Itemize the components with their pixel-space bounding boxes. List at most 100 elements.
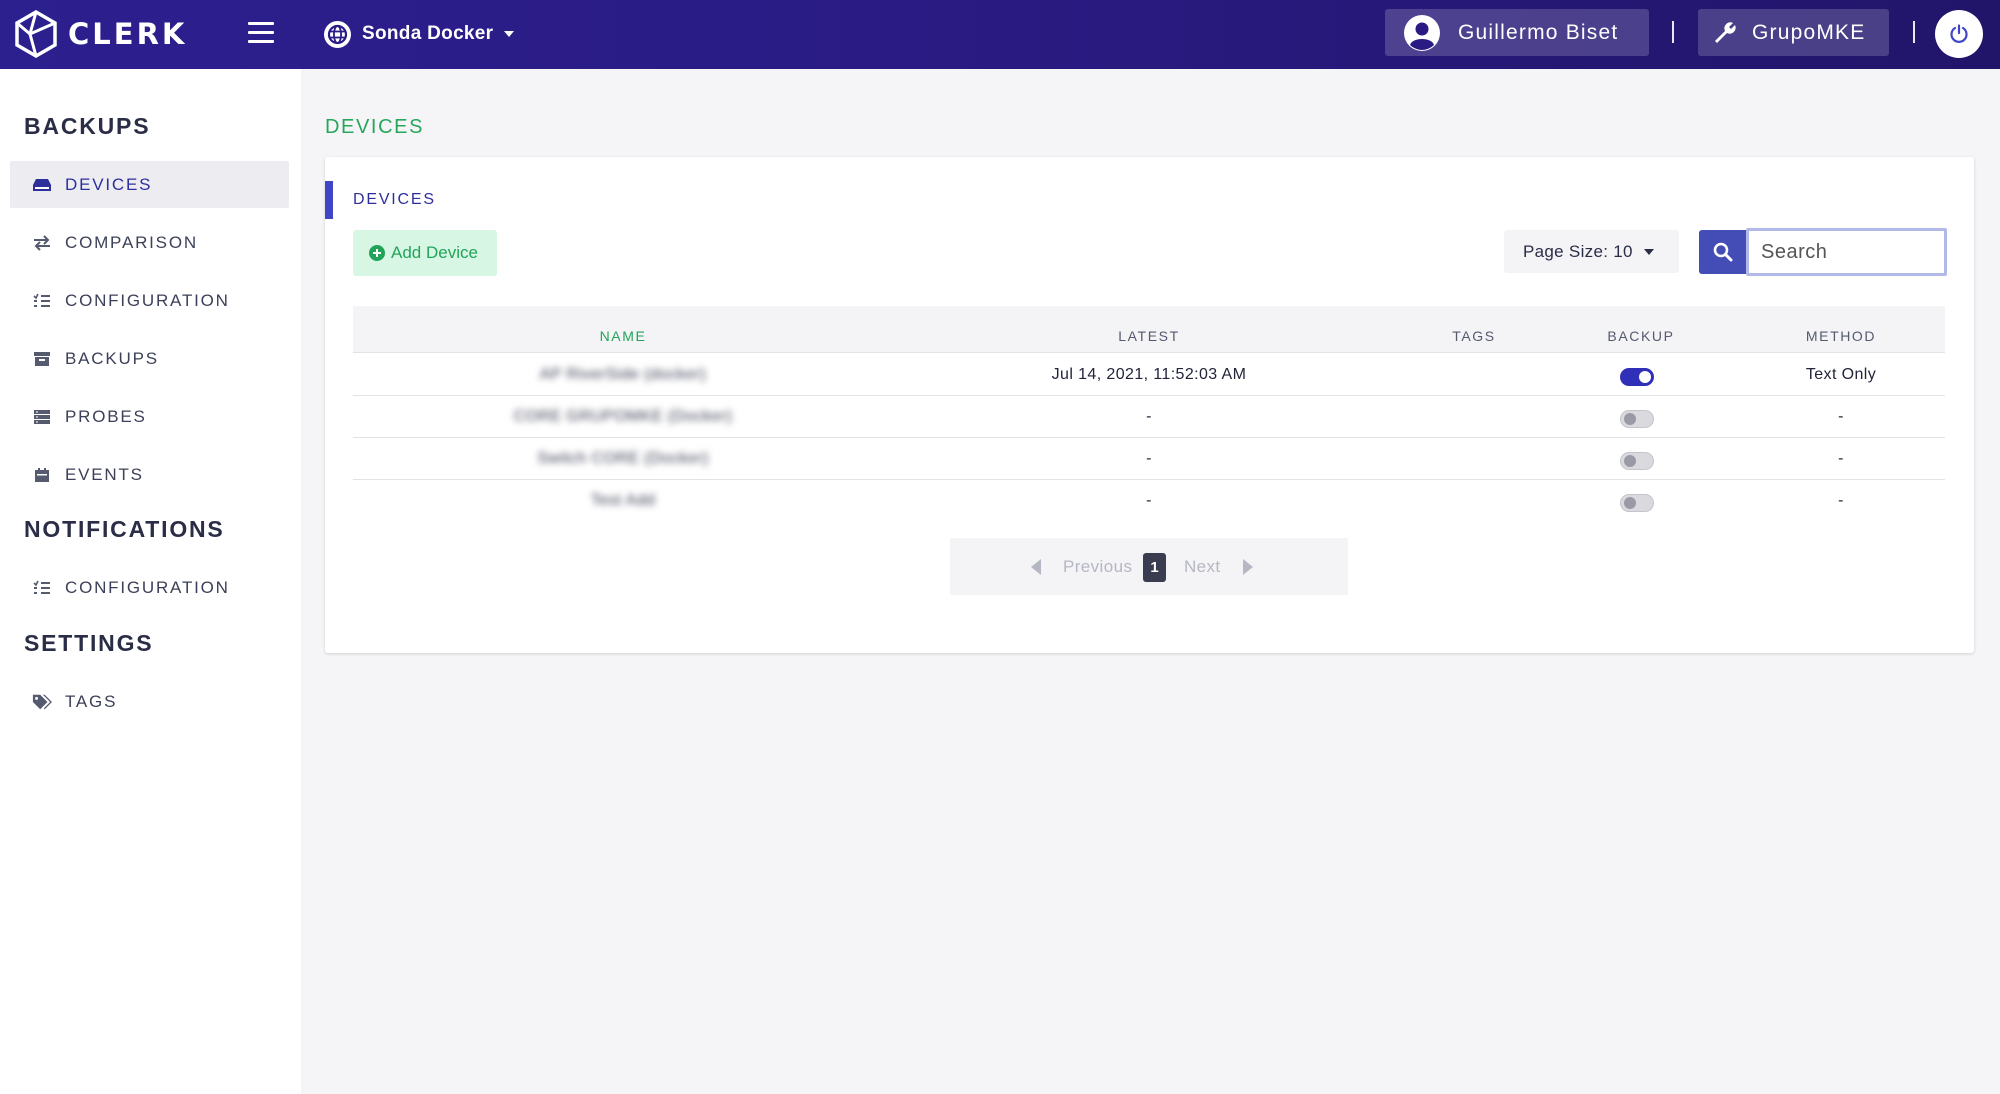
device-name[interactable]: AP RiverSide (docker) [540, 366, 706, 384]
table-row[interactable]: CORE GRUPOMKE (Docker) - - [353, 396, 1945, 438]
sidebar-item-events[interactable]: EVENTS [10, 451, 289, 498]
toggle-knob [1639, 371, 1651, 383]
next-label: Next [1184, 557, 1221, 576]
latest-backup-date: Jul 14, 2021, 11:52:03 AM [1051, 366, 1247, 383]
latest-backup-date: - [1146, 408, 1152, 425]
organization-name: GrupoMKE [1752, 20, 1866, 44]
calendar-icon [32, 466, 52, 484]
sidebar-item-label: DEVICES [65, 174, 153, 194]
devices-table-header: NAME LATEST TAGS BACKUP METHOD [353, 306, 1945, 353]
column-header-tags[interactable]: TAGS [1452, 328, 1495, 344]
sidebar-item-label: BACKUPS [65, 348, 159, 368]
table-row[interactable]: Test Add - - [353, 480, 1945, 522]
toggle-knob [1624, 413, 1636, 425]
menu-toggle-button[interactable] [248, 22, 274, 44]
clerk-logo-icon [15, 10, 57, 58]
backup-method: - [1838, 450, 1844, 467]
device-name[interactable]: Test Add [591, 492, 656, 510]
previous-label: Previous [1063, 557, 1133, 576]
backup-method: - [1838, 408, 1844, 425]
logo-text: CLERK [68, 17, 188, 51]
search-input[interactable] [1746, 228, 1947, 276]
search-button[interactable] [1699, 230, 1746, 274]
sidebar-item-tags[interactable]: TAGS [10, 678, 289, 725]
column-header-method[interactable]: METHOD [1806, 328, 1876, 344]
checklist-icon [32, 579, 52, 597]
logout-button[interactable] [1935, 10, 1983, 58]
sidebar-section-notifications: NOTIFICATIONS [24, 516, 225, 542]
sidebar-item-label: COMPARISON [65, 232, 198, 252]
add-device-button[interactable]: Add Device [353, 230, 497, 276]
user-profile-button[interactable]: Guillermo Biset [1385, 9, 1649, 56]
latest-backup-date: - [1146, 492, 1152, 509]
sidebar-item-label: TAGS [65, 691, 118, 711]
backup-method: Text Only [1805, 366, 1877, 383]
top-bar: CLERK Sonda Docker Guillermo Biset Grupo… [0, 0, 2000, 69]
add-device-label: Add Device [391, 243, 478, 262]
header-divider [1672, 21, 1674, 43]
page-size-label: Page Size: 10 [1523, 241, 1633, 261]
backup-toggle[interactable] [1620, 452, 1654, 470]
organization-button[interactable]: GrupoMKE [1698, 9, 1889, 56]
sidebar-section-settings: SETTINGS [24, 630, 154, 656]
exchange-icon [32, 234, 52, 252]
chevron-down-icon [1643, 248, 1654, 255]
server-icon [32, 408, 52, 426]
archive-icon [32, 350, 52, 368]
sidebar-item-label: EVENTS [65, 464, 144, 484]
page-title: DEVICES [325, 116, 425, 138]
sidebar-item-configuration[interactable]: CONFIGURATION [10, 277, 289, 324]
header-divider [1913, 21, 1915, 43]
site-selector-dropdown[interactable]: Sonda Docker [324, 18, 515, 50]
page-size-dropdown[interactable]: Page Size: 10 [1504, 230, 1679, 273]
card-title: DEVICES [353, 191, 436, 208]
caret-right-icon [1242, 559, 1253, 575]
toggle-knob [1624, 497, 1636, 509]
sidebar-item-notification-configuration[interactable]: CONFIGURATION [10, 564, 289, 611]
checklist-icon [32, 292, 52, 310]
sidebar-section-backups: BACKUPS [24, 113, 151, 139]
user-name: Guillermo Biset [1458, 20, 1619, 44]
page-number-button[interactable]: 1 [1143, 553, 1166, 582]
sidebar-item-comparison[interactable]: COMPARISON [10, 219, 289, 266]
chevron-down-icon [504, 31, 515, 37]
globe-icon [324, 20, 351, 48]
clerk-logo[interactable]: CLERK [14, 9, 187, 59]
column-header-latest[interactable]: LATEST [1118, 328, 1179, 344]
sidebar-item-backups[interactable]: BACKUPS [10, 335, 289, 382]
table-row[interactable]: AP RiverSide (docker) Jul 14, 2021, 11:5… [353, 354, 1945, 396]
caret-left-icon [1031, 559, 1041, 575]
backup-method: - [1838, 492, 1844, 509]
pagination: Previous 1 Next [950, 538, 1348, 595]
table-row[interactable]: Switch CORE (Docker) - - [353, 438, 1945, 480]
column-header-name[interactable]: NAME [600, 328, 647, 344]
sidebar-item-probes[interactable]: PROBES [10, 393, 289, 440]
sidebar: BACKUPS DEVICES COMPARISON CONFIGURATION… [0, 69, 301, 1094]
device-name[interactable]: CORE GRUPOMKE (Docker) [514, 408, 733, 426]
hamburger-icon-line [248, 31, 274, 34]
search-icon [1713, 242, 1732, 262]
backup-toggle[interactable] [1620, 368, 1654, 386]
sidebar-item-label: CONFIGURATION [65, 577, 230, 597]
card-accent-bar [325, 181, 333, 219]
column-header-backup[interactable]: BACKUP [1607, 328, 1674, 344]
hamburger-icon-line [248, 22, 274, 25]
latest-backup-date: - [1146, 450, 1152, 467]
next-page-button[interactable]: Next [1184, 557, 1253, 577]
tags-icon [32, 693, 52, 711]
sidebar-item-devices[interactable]: DEVICES [10, 161, 289, 208]
backup-toggle[interactable] [1620, 410, 1654, 428]
hamburger-icon-line [248, 40, 274, 43]
hdd-icon [32, 176, 52, 194]
previous-page-button[interactable]: Previous [1031, 557, 1132, 577]
plus-circle-icon [369, 245, 385, 261]
site-name: Sonda Docker [362, 23, 494, 44]
sidebar-item-label: PROBES [65, 406, 147, 426]
power-icon [1950, 24, 1968, 43]
user-avatar-icon [1404, 14, 1440, 51]
backup-toggle[interactable] [1620, 494, 1654, 512]
toggle-knob [1624, 455, 1636, 467]
wrench-icon [1712, 20, 1738, 46]
sidebar-item-label: CONFIGURATION [65, 290, 230, 310]
device-name[interactable]: Switch CORE (Docker) [537, 450, 709, 468]
